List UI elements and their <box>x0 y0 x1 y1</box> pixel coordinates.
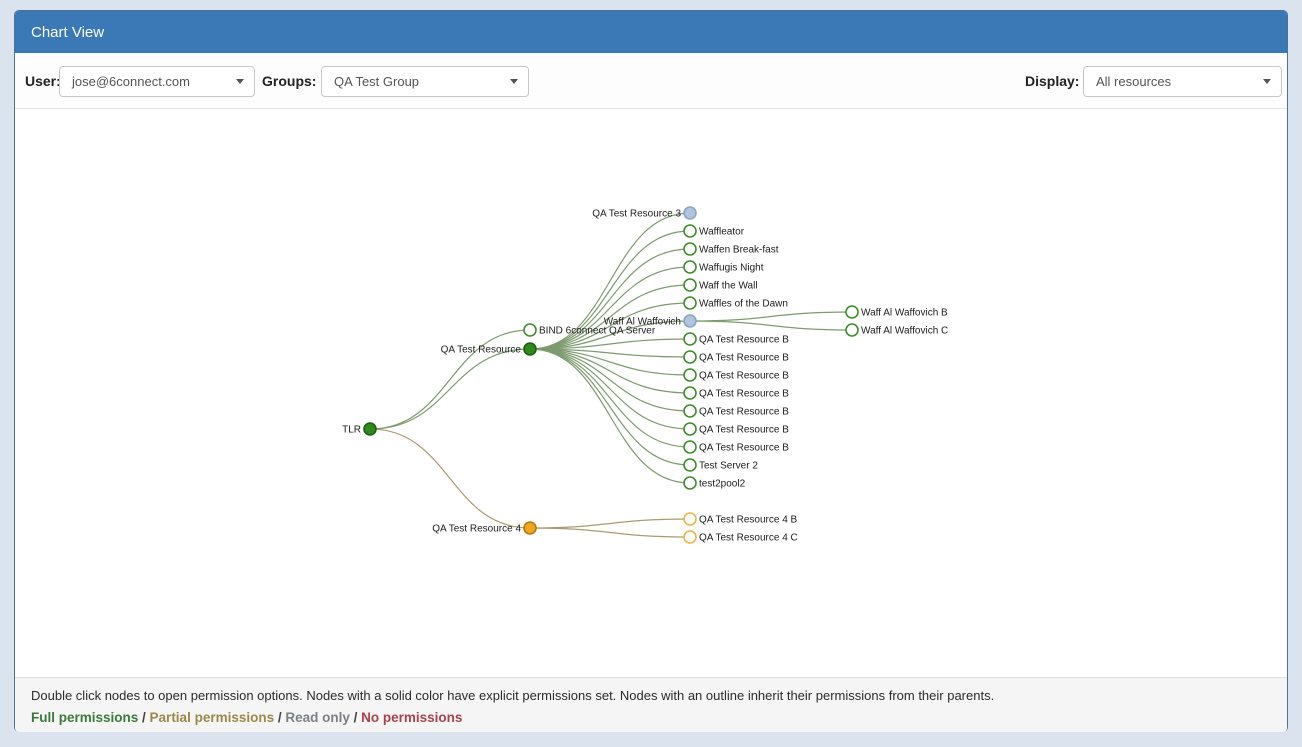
tree-link <box>530 349 690 465</box>
tree-node-qtrb6[interactable] <box>684 423 696 435</box>
tree-node-qtr4[interactable] <box>524 522 536 534</box>
tree-node-label: QA Test Resource B <box>699 389 789 400</box>
tree-link <box>690 312 852 321</box>
tree-node-label: Waff Al Waffovich B <box>861 308 948 319</box>
tree-node-qtrb1[interactable] <box>684 333 696 345</box>
chevron-down-icon <box>1263 79 1271 84</box>
groups-select-value: QA Test Group <box>334 74 502 89</box>
tree-node-label: Waff Al Waffovich C <box>861 326 948 337</box>
tree-node-qtrb5[interactable] <box>684 405 696 417</box>
tree-link <box>370 349 530 429</box>
display-select[interactable]: All resources <box>1083 66 1282 97</box>
tree-node-qtr4c[interactable] <box>684 531 696 543</box>
tree-node-tlr[interactable] <box>364 423 376 435</box>
tree-node-qtrb3[interactable] <box>684 369 696 381</box>
tree-node-label: Waffugis Night <box>699 263 764 274</box>
tree-node-label: QA Test Resource B <box>699 335 789 346</box>
legend-item: No permissions <box>361 710 462 725</box>
tree-node-label: QA Test Resource B <box>699 371 789 382</box>
panel-header: Chart View <box>15 11 1287 53</box>
legend-separator: / <box>274 710 285 725</box>
tree-node-label: QA Test Resource B <box>699 425 789 436</box>
tree-node-label: QA Test Resource 3 <box>592 209 681 220</box>
tree-node-label: Waffleator <box>699 227 745 238</box>
tree-node-waffovichb[interactable] <box>846 306 858 318</box>
legend-separator: / <box>138 710 149 725</box>
legend-item: Full permissions <box>31 710 138 725</box>
tree-node-qtr3[interactable] <box>684 207 696 219</box>
tree-node-label: TLR <box>342 425 361 436</box>
tree-link <box>530 528 690 537</box>
legend-item: Read only <box>285 710 350 725</box>
tree-node-label: test2pool2 <box>699 479 746 490</box>
tree-node-label: QA Test Resource 4 C <box>699 533 798 544</box>
tree-node-waffleator[interactable] <box>684 225 696 237</box>
tree-node-label: QA Test Resource B <box>699 443 789 454</box>
page-title: Chart View <box>31 24 104 41</box>
display-label: Display: <box>1025 53 1079 109</box>
legend: Full permissions / Partial permissions /… <box>31 708 1271 728</box>
permission-tree-chart: TLRBIND 6connect QA ServerQA Test Resour… <box>15 109 1287 677</box>
permission-tree-svg: TLRBIND 6connect QA ServerQA Test Resour… <box>15 109 1287 677</box>
tree-link <box>530 267 690 349</box>
tree-link <box>370 429 530 528</box>
tree-link <box>690 321 852 330</box>
user-label: User: <box>25 53 61 109</box>
tree-node-label: Test Server 2 <box>699 461 758 472</box>
tree-link <box>530 349 690 393</box>
tree-node-label: QA Test Resource 4 B <box>699 515 798 526</box>
tree-node-waffdawn[interactable] <box>684 297 696 309</box>
tree-node-testserver2[interactable] <box>684 459 696 471</box>
panel-footer: Double click nodes to open permission op… <box>15 677 1287 732</box>
tree-link <box>530 519 690 528</box>
tree-node-waffwall[interactable] <box>684 279 696 291</box>
chevron-down-icon <box>236 79 244 84</box>
tree-node-label: Waff the Wall <box>699 281 758 292</box>
tree-link <box>530 349 690 483</box>
groups-label: Groups: <box>262 53 316 109</box>
tree-node-qtrb7[interactable] <box>684 441 696 453</box>
tree-node-waffugis[interactable] <box>684 261 696 273</box>
footer-instructions: Double click nodes to open permission op… <box>31 686 1271 706</box>
tree-node-waffen[interactable] <box>684 243 696 255</box>
chart-view-panel: Chart View User: jose@6connect.com Group… <box>14 10 1288 732</box>
tree-node-bind[interactable] <box>524 324 536 336</box>
tree-node-waffovich[interactable] <box>684 315 696 327</box>
tree-node-qtrb2[interactable] <box>684 351 696 363</box>
tree-node-label: QA Test Resource B <box>699 407 789 418</box>
display-select-value: All resources <box>1096 74 1255 89</box>
toolbar: User: jose@6connect.com Groups: QA Test … <box>15 53 1287 109</box>
tree-node-waffovichc[interactable] <box>846 324 858 336</box>
tree-link <box>530 349 690 411</box>
tree-node-label: QA Test Resource 4 <box>432 524 521 535</box>
tree-node-label: Waffen Break-fast <box>699 245 779 256</box>
user-select-value: jose@6connect.com <box>72 74 228 89</box>
tree-node-qtr4b[interactable] <box>684 513 696 525</box>
tree-node-qtrb4[interactable] <box>684 387 696 399</box>
user-select[interactable]: jose@6connect.com <box>59 66 255 97</box>
chevron-down-icon <box>510 79 518 84</box>
legend-separator: / <box>350 710 361 725</box>
tree-node-qtr[interactable] <box>524 343 536 355</box>
tree-node-label: Waffles of the Dawn <box>699 299 788 310</box>
tree-node-label: QA Test Resource B <box>699 353 789 364</box>
groups-select[interactable]: QA Test Group <box>321 66 529 97</box>
tree-link <box>530 349 690 447</box>
legend-item: Partial permissions <box>150 710 275 725</box>
tree-node-label: QA Test Resource <box>441 345 522 356</box>
tree-node-test2pool2[interactable] <box>684 477 696 489</box>
tree-node-label: Waff Al Waffovich <box>604 317 681 328</box>
